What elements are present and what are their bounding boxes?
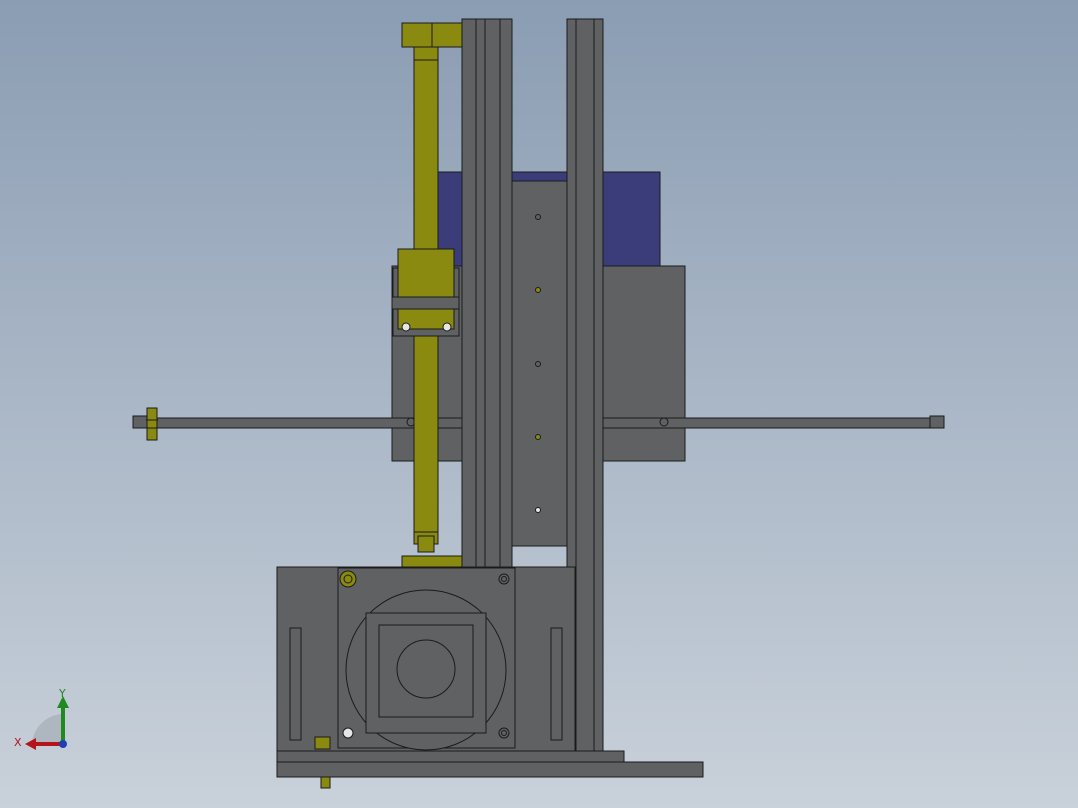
x-axis-label: X <box>14 736 22 749</box>
slider-hole <box>535 361 541 367</box>
flange-bolt-top-right-inner <box>501 576 507 582</box>
cad-model-viewport[interactable]: Y X <box>0 0 1078 808</box>
motor-shaft-boss <box>396 639 456 699</box>
flange-bolt-bottom-left <box>342 727 354 739</box>
lower-coupling <box>417 535 435 553</box>
lower-base-plate <box>276 761 704 778</box>
x-axis-arrowhead <box>25 738 36 750</box>
arm-fastener-right <box>659 417 669 427</box>
slider-hole <box>535 434 541 440</box>
upper-base-plate <box>276 750 625 763</box>
slider-hole <box>535 214 541 220</box>
z-axis-dot <box>59 740 67 748</box>
nut-fastener-left <box>401 322 411 332</box>
triad-plane-arc <box>32 714 62 744</box>
flange-bolt-top-left-inner <box>343 574 353 584</box>
flange-bolt-bottom-right-inner <box>501 730 507 736</box>
arm-end-cap-right <box>929 415 945 429</box>
nut-fastener-right <box>442 322 452 332</box>
screw-nut-block <box>397 248 455 330</box>
housing-slot-right <box>550 627 563 741</box>
foot-pin <box>320 776 331 789</box>
housing-slot-left <box>289 627 302 741</box>
slider-hole <box>535 287 541 293</box>
arm-collar-left <box>146 407 158 441</box>
linear-axis-assembly-drawing <box>132 18 945 789</box>
arm-end-cap-left <box>132 415 148 429</box>
slider-hole <box>535 507 541 513</box>
lower-bearing-block <box>401 555 463 569</box>
vertical-rail-left <box>461 18 513 570</box>
screw-nut-clamp <box>391 296 460 310</box>
y-axis-label: Y <box>58 687 66 700</box>
coordinate-triad[interactable]: Y X <box>10 686 80 760</box>
base-bolt <box>314 736 331 750</box>
